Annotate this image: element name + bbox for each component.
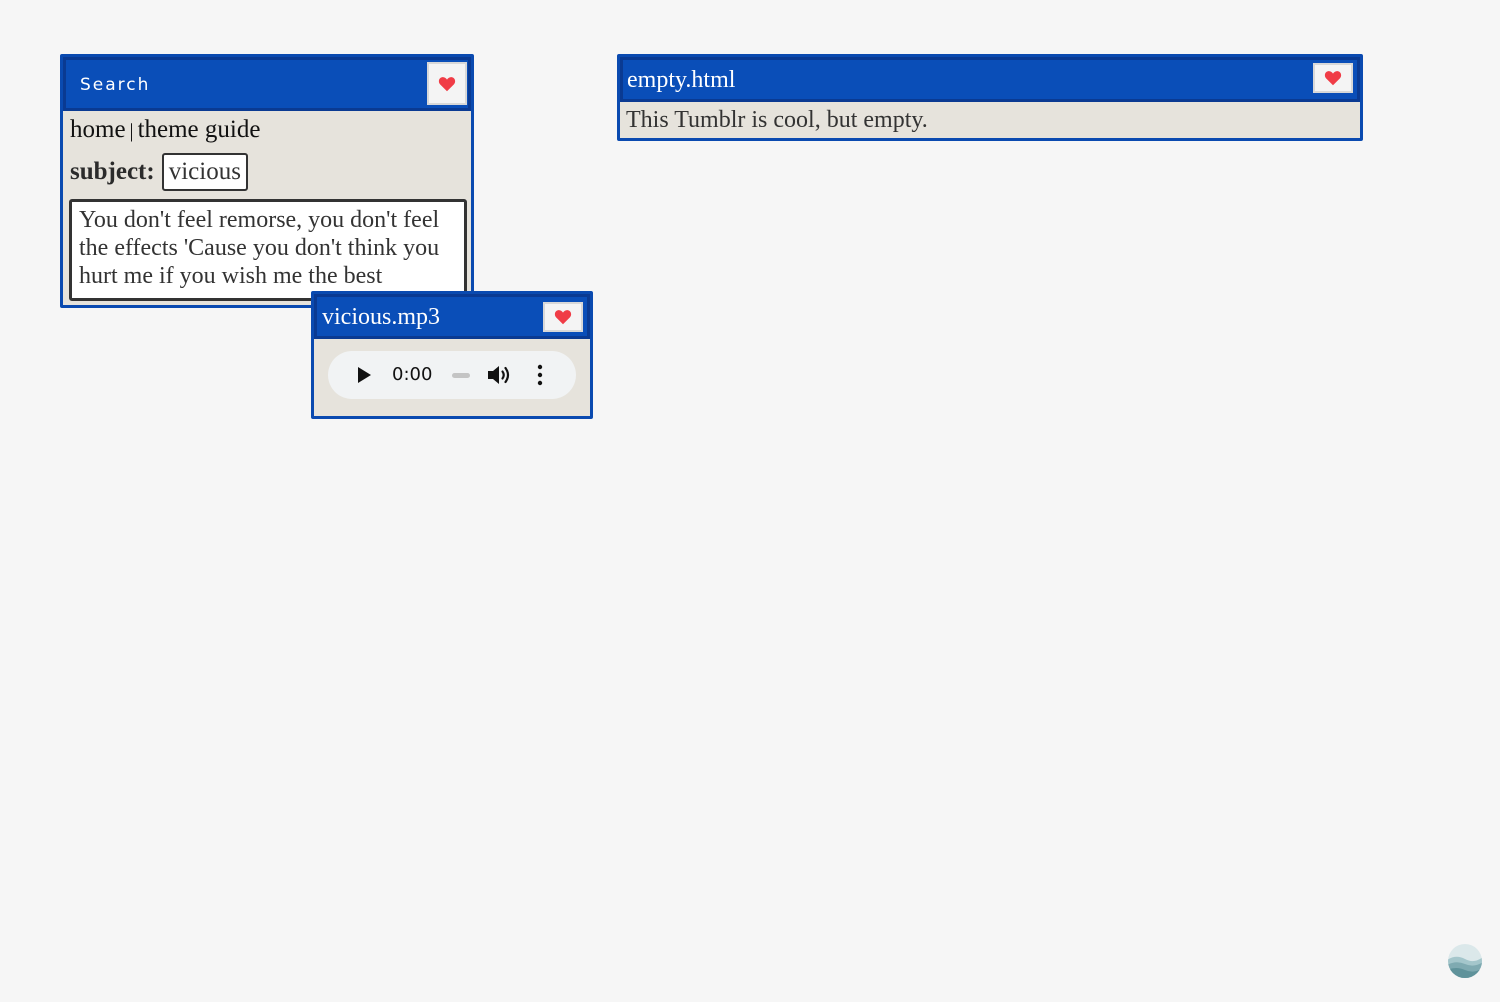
favorite-button[interactable] — [1313, 63, 1353, 93]
empty-window: empty.html This Tumblr is cool, but empt… — [617, 54, 1363, 141]
theme-guide-link[interactable]: theme guide — [138, 116, 261, 143]
subject-field[interactable]: vicious — [161, 153, 248, 191]
audio-window: vicious.mp3 0:00 — [311, 291, 593, 419]
play-icon[interactable] — [356, 366, 372, 384]
time-display: 0:00 — [392, 364, 433, 385]
nav-separator: | — [129, 120, 134, 142]
favorite-button[interactable] — [543, 302, 583, 332]
progress-slider[interactable] — [452, 373, 470, 378]
empty-window-text: This Tumblr is cool, but empty. — [626, 107, 928, 133]
audio-window-title: vicious.mp3 — [322, 304, 440, 330]
subject-label: subject: — [70, 158, 155, 185]
search-window-title: Search — [80, 75, 151, 95]
favorite-button[interactable] — [427, 62, 467, 105]
tumblr-logo-icon[interactable] — [1447, 943, 1483, 979]
subject-row: subject: vicious — [70, 153, 248, 191]
volume-icon[interactable] — [486, 363, 512, 387]
heart-icon — [1324, 71, 1342, 86]
search-window: Search home | theme guide subject: vicious… — [60, 54, 474, 308]
home-link[interactable]: home — [70, 116, 126, 143]
audio-player: 0:00 — [328, 351, 576, 399]
heart-icon — [554, 310, 572, 325]
empty-window-titlebar[interactable]: empty.html — [620, 57, 1360, 102]
more-options-icon[interactable] — [536, 364, 544, 386]
quote-box: You don't feel remorse, you don't feel t… — [69, 199, 467, 301]
heart-icon — [438, 76, 456, 91]
nav-links: home | theme guide — [70, 115, 260, 146]
empty-window-title: empty.html — [627, 67, 736, 93]
audio-window-titlebar[interactable]: vicious.mp3 — [314, 294, 590, 339]
search-window-titlebar[interactable]: Search — [63, 57, 471, 111]
